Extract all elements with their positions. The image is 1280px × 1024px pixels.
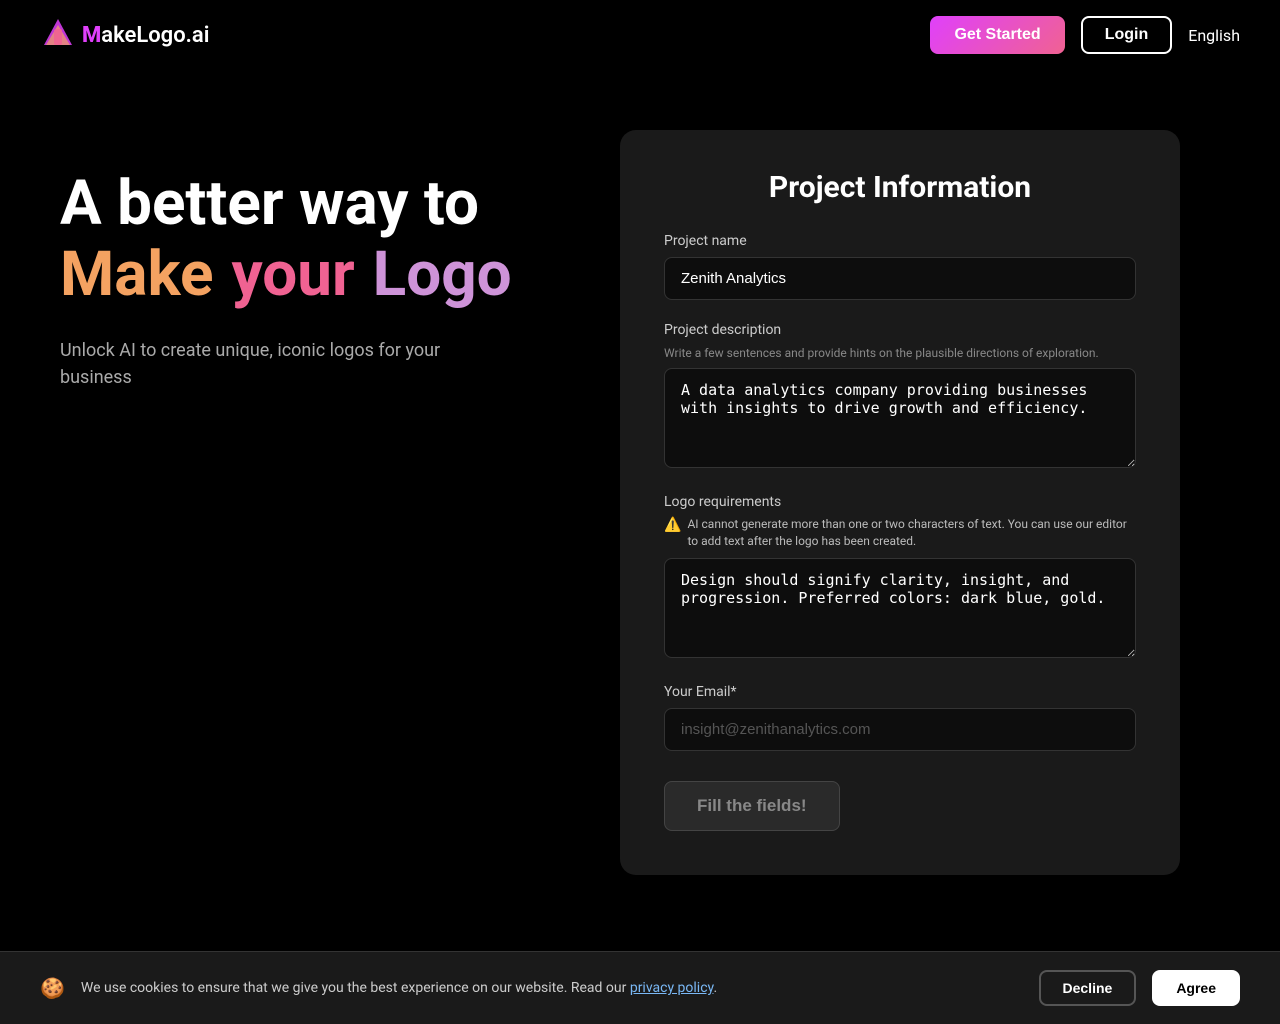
logo-text: MakeLogo.ai <box>82 23 209 48</box>
logo-requirements-group: Logo requirements ⚠️ AI cannot generate … <box>664 494 1136 662</box>
hero-make: Make <box>60 238 213 312</box>
agree-button[interactable]: Agree <box>1152 970 1240 1006</box>
header-actions: Get Started Login English <box>930 16 1240 54</box>
privacy-policy-link[interactable]: privacy policy <box>630 980 714 996</box>
email-label: Your Email* <box>664 684 1136 700</box>
email-input[interactable] <box>664 708 1136 751</box>
cookie-banner: 🍪 We use cookies to ensure that we give … <box>0 951 1280 1024</box>
project-description-textarea[interactable]: A data analytics company providing busin… <box>664 368 1136 468</box>
logo-warning: ⚠️ AI cannot generate more than one or t… <box>664 516 1136 550</box>
hero-line2: Make your Logo <box>60 238 580 312</box>
project-description-group: Project description Write a few sentence… <box>664 322 1136 472</box>
main-content: A better way to Make your Logo Unlock AI… <box>0 70 1280 915</box>
header: MakeLogo.ai Get Started Login English <box>0 0 1280 70</box>
get-started-button[interactable]: Get Started <box>930 16 1064 54</box>
hero-line1: A better way to <box>60 170 580 238</box>
makelogo-icon <box>40 17 76 53</box>
project-name-group: Project name <box>664 233 1136 300</box>
project-description-hint: Write a few sentences and provide hints … <box>664 346 1136 360</box>
project-name-label: Project name <box>664 233 1136 249</box>
cookie-icon: 🍪 <box>40 976 65 1000</box>
cookie-text: We use cookies to ensure that we give yo… <box>81 980 1023 996</box>
logo[interactable]: MakeLogo.ai <box>40 17 209 53</box>
card-title: Project Information <box>664 170 1136 205</box>
project-description-label: Project description <box>664 322 1136 338</box>
decline-button[interactable]: Decline <box>1039 970 1137 1006</box>
hero-section: A better way to Make your Logo Unlock AI… <box>60 130 580 391</box>
hero-subtitle: Unlock AI to create unique, iconic logos… <box>60 337 460 391</box>
login-button[interactable]: Login <box>1081 16 1173 54</box>
language-selector[interactable]: English <box>1188 26 1240 45</box>
submit-button[interactable]: Fill the fields! <box>664 781 840 831</box>
email-group: Your Email* <box>664 684 1136 751</box>
project-info-card: Project Information Project name Project… <box>620 130 1180 875</box>
hero-your: your <box>231 238 354 312</box>
hero-logo: Logo <box>373 238 512 312</box>
logo-requirements-textarea[interactable]: Design should signify clarity, insight, … <box>664 558 1136 658</box>
warning-icon: ⚠️ <box>664 517 681 533</box>
project-name-input[interactable] <box>664 257 1136 300</box>
logo-requirements-label: Logo requirements <box>664 494 1136 510</box>
warning-text: AI cannot generate more than one or two … <box>687 516 1136 550</box>
